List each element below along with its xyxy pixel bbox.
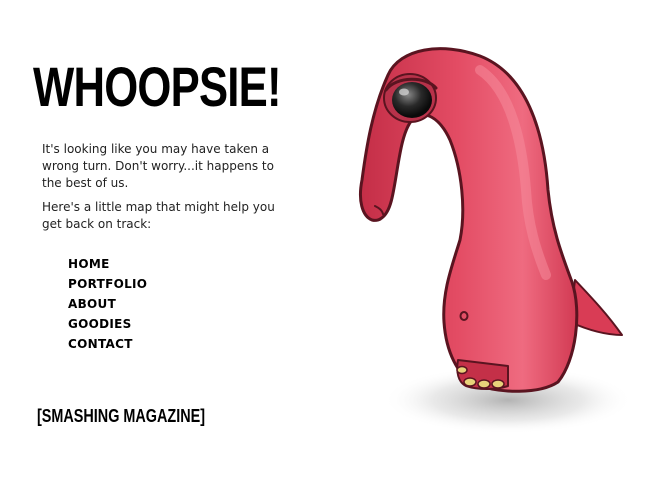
toe-1 — [463, 377, 477, 387]
nav-item-home: HOME — [68, 253, 147, 273]
nav-item-contact: CONTACT — [68, 333, 147, 353]
nav-link-about[interactable]: ABOUT — [68, 297, 116, 311]
nav-link-portfolio[interactable]: PORTFOLIO — [68, 277, 147, 291]
nav-item-goodies: GOODIES — [68, 313, 147, 333]
nav-link-home[interactable]: HOME — [68, 257, 110, 271]
pink-dinosaur-illustration — [358, 47, 633, 434]
eye-icon — [392, 82, 432, 118]
toe-3 — [491, 379, 505, 389]
nav-link-contact[interactable]: CONTACT — [68, 337, 133, 351]
site-map-nav: HOME PORTFOLIO ABOUT GOODIES CONTACT — [68, 253, 147, 353]
toe-4 — [456, 365, 468, 375]
map-paragraph: Here's a little map that might help you … — [42, 200, 275, 231]
toe-2 — [477, 379, 491, 389]
page-title: WHOOPSIE! — [33, 55, 282, 118]
nav-item-about: ABOUT — [68, 293, 147, 313]
nav-item-portfolio: PORTFOLIO — [68, 273, 147, 293]
intro-paragraph: It's looking like you may have taken a w… — [42, 142, 274, 190]
eye-glint — [399, 88, 409, 96]
nav-link-goodies[interactable]: GOODIES — [68, 317, 132, 331]
smashing-magazine-link[interactable]: [SMASHING MAGAZINE] — [37, 404, 205, 428]
